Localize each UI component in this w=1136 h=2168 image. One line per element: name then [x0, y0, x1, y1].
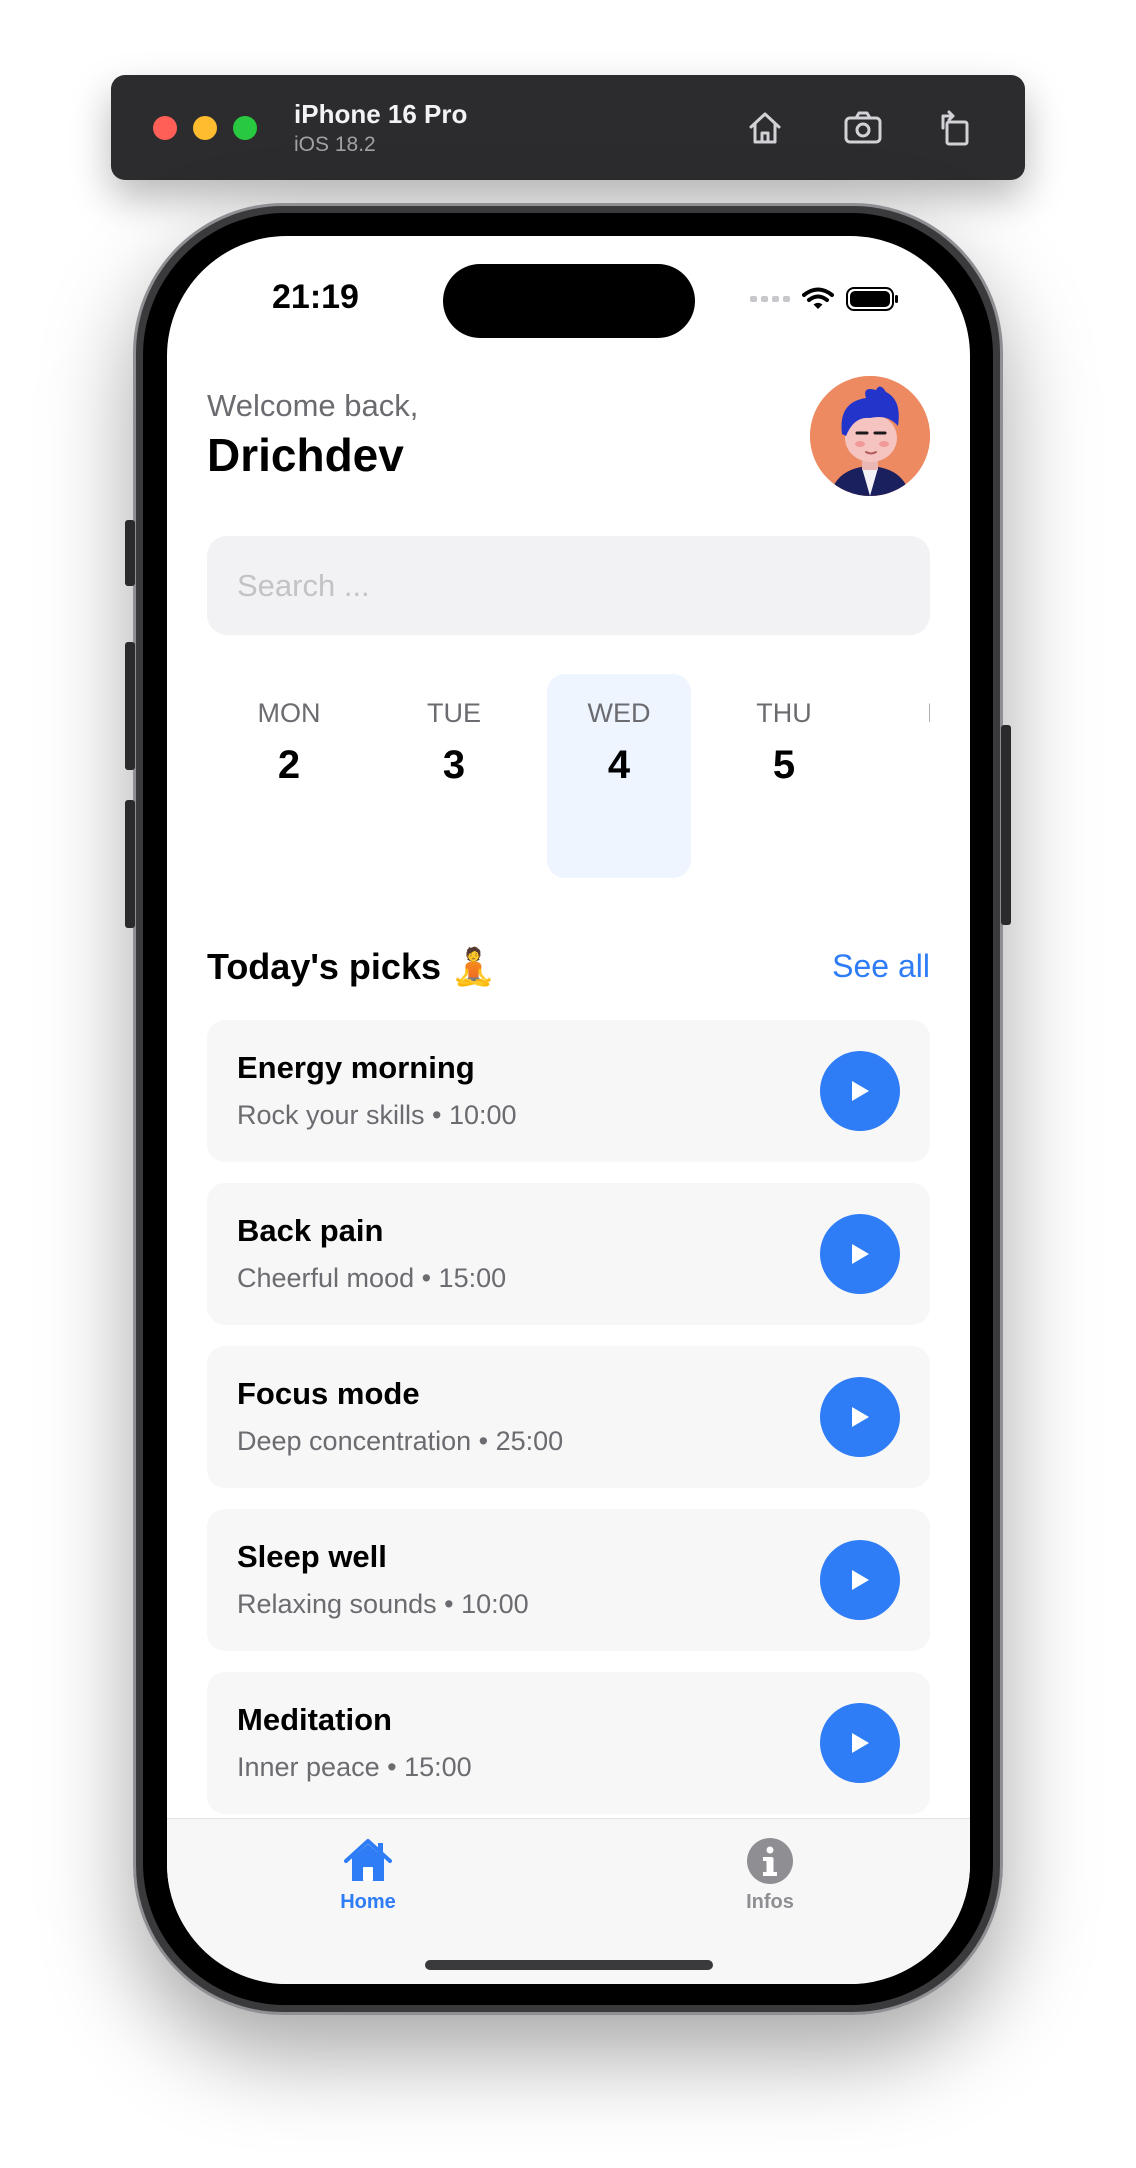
tab-home[interactable]: Home	[298, 1835, 438, 1914]
screenshot-icon	[844, 111, 882, 144]
session-card[interactable]: Back pain Cheerful mood • 15:00	[207, 1183, 930, 1325]
search-input[interactable]	[207, 536, 930, 635]
session-card[interactable]: Focus mode Deep concentration • 25:00	[207, 1346, 930, 1488]
day-name: THU	[756, 698, 812, 728]
tab-infos[interactable]: Infos	[700, 1835, 840, 1914]
zoom-window-button[interactable]	[233, 116, 257, 140]
session-title: Meditation	[237, 1702, 392, 1737]
battery-icon	[846, 287, 898, 311]
day-name: WED	[587, 698, 651, 728]
day-item-mon[interactable]: MON 2	[217, 674, 361, 878]
avatar-illustration-icon	[810, 376, 930, 496]
day-number: 3	[442, 743, 466, 787]
day-item-tue[interactable]: TUE 3	[382, 674, 526, 878]
phone-screen: 21:19 Welcome back, Drichdev Search ... …	[167, 236, 970, 1984]
session-title: Focus mode	[237, 1376, 420, 1411]
status-icons	[750, 286, 900, 312]
play-icon	[852, 1570, 869, 1590]
home-icon	[749, 112, 781, 144]
play-icon	[852, 1407, 869, 1427]
os-version: iOS 18.2	[294, 133, 376, 156]
section-title: Today's picks 🧘	[207, 946, 496, 987]
play-icon	[852, 1733, 869, 1753]
rotate-button[interactable]	[930, 103, 980, 153]
home-button[interactable]	[740, 103, 790, 153]
day-number: 2	[277, 743, 301, 787]
user-name: Drichdev	[207, 429, 404, 481]
welcome-text: Welcome back,	[207, 388, 419, 423]
home-indicator	[425, 1960, 713, 1970]
play-button[interactable]	[820, 1703, 900, 1783]
day-name: FRI	[877, 698, 930, 729]
day-selector: MON 2 TUE 3 WED 4 THU 5 FRI 6	[207, 674, 930, 878]
session-subtitle: Inner peace • 15:00	[237, 1752, 472, 1782]
play-button[interactable]	[820, 1051, 900, 1131]
dynamic-island	[443, 264, 695, 338]
day-name: MON	[257, 698, 321, 728]
play-button[interactable]	[820, 1377, 900, 1457]
action-button	[125, 520, 135, 586]
rotate-icon	[941, 110, 969, 146]
see-all-link[interactable]: See all	[832, 948, 930, 985]
session-subtitle: Rock your skills • 10:00	[237, 1100, 517, 1130]
session-title: Back pain	[237, 1213, 384, 1248]
session-card[interactable]: Sleep well Relaxing sounds • 10:00	[207, 1509, 930, 1651]
tab-label: Home	[340, 1891, 396, 1913]
session-card[interactable]: Meditation Inner peace • 15:00	[207, 1672, 930, 1814]
simulator-toolbar: iPhone 16 Pro iOS 18.2	[111, 75, 1025, 180]
play-icon	[852, 1244, 869, 1264]
device-name: iPhone 16 Pro	[294, 99, 468, 129]
day-number: 4	[607, 743, 631, 787]
play-button[interactable]	[820, 1214, 900, 1294]
info-icon	[747, 1838, 793, 1884]
play-button[interactable]	[820, 1540, 900, 1620]
day-item-wed-selected[interactable]: WED 4	[547, 674, 691, 878]
tab-label: Infos	[746, 1891, 794, 1913]
screenshot-button[interactable]	[838, 103, 888, 153]
day-number: 5	[772, 743, 796, 787]
wifi-icon	[802, 287, 834, 309]
session-title: Sleep well	[237, 1539, 387, 1574]
day-number: 6	[877, 743, 930, 788]
status-time: 21:19	[272, 278, 359, 316]
cellular-signal-icon	[750, 296, 790, 302]
play-icon	[852, 1081, 869, 1101]
day-item-fri[interactable]: FRI 6	[877, 674, 930, 878]
avatar[interactable]	[810, 376, 930, 496]
minimize-window-button[interactable]	[193, 116, 217, 140]
volume-down-button	[125, 800, 135, 928]
session-subtitle: Relaxing sounds • 10:00	[237, 1589, 529, 1619]
day-item-thu[interactable]: THU 5	[712, 674, 856, 878]
session-card[interactable]: Energy morning Rock your skills • 10:00	[207, 1020, 930, 1162]
close-window-button[interactable]	[153, 116, 177, 140]
volume-up-button	[125, 642, 135, 770]
session-subtitle: Deep concentration • 25:00	[237, 1426, 564, 1456]
power-button	[1001, 725, 1011, 925]
session-title: Energy morning	[237, 1050, 475, 1085]
house-icon	[344, 1839, 392, 1881]
session-subtitle: Cheerful mood • 15:00	[237, 1263, 507, 1293]
day-name: TUE	[427, 698, 481, 728]
